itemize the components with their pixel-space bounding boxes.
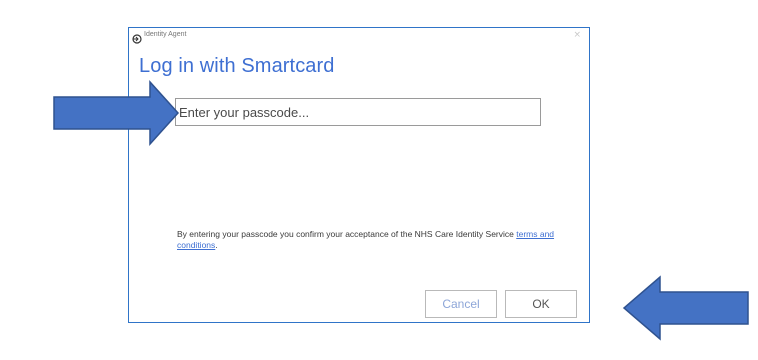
terms-text: By entering your passcode you confirm yo… <box>177 229 517 239</box>
screenshot-stage: Identity Agent × Log in with Smartcard B… <box>0 0 758 360</box>
right-arrow-icon <box>53 80 180 146</box>
close-icon[interactable]: × <box>573 30 581 40</box>
window-title: Identity Agent <box>144 31 187 38</box>
cancel-button[interactable]: Cancel <box>425 290 497 318</box>
ok-button[interactable]: OK <box>505 290 577 318</box>
terms-notice: By entering your passcode you confirm yo… <box>177 229 557 251</box>
left-arrow-icon <box>622 275 749 341</box>
login-dialog: Identity Agent × Log in with Smartcard B… <box>128 27 590 323</box>
dialog-title: Log in with Smartcard <box>139 55 335 77</box>
identity-agent-icon <box>132 31 142 44</box>
title-bar: Identity Agent × <box>129 28 589 46</box>
passcode-input[interactable] <box>175 98 541 126</box>
terms-suffix: . <box>215 240 218 250</box>
